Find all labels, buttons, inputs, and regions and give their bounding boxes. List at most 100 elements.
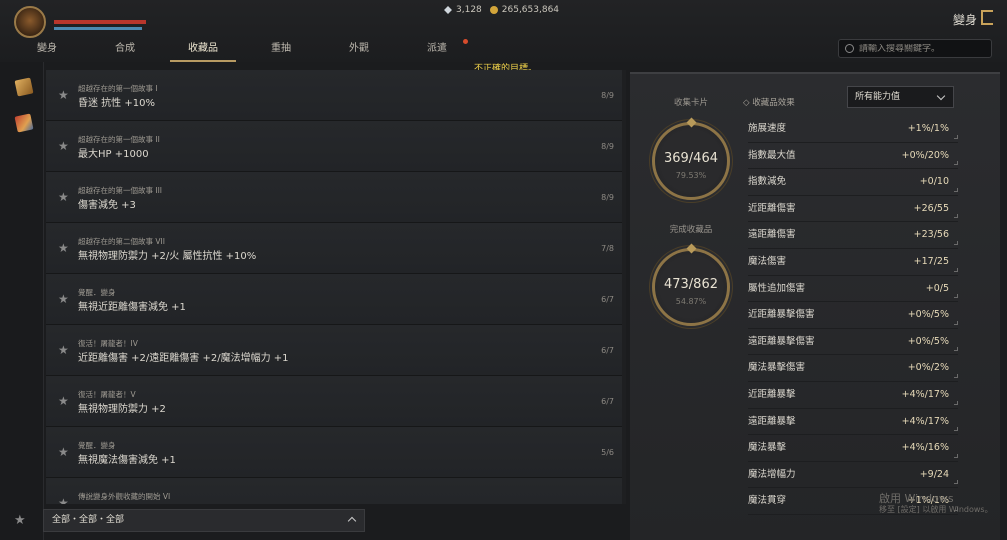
chevron-up-icon <box>347 516 357 526</box>
list-item[interactable]: ★ 覺醒．變身 無視近距離傷害減免 +1 6/7 <box>46 274 622 325</box>
star-icon[interactable]: ★ <box>58 139 69 153</box>
list-item[interactable]: ★ 復活！屠龍者！IV 近距離傷害 +2/遠距離傷害 +2/魔法增幅力 +1 6… <box>46 325 622 376</box>
cards-percent: 79.53% <box>675 171 707 180</box>
list-item[interactable]: ★ 超越存在的第二個故事 VII 無視物理防禦力 +2/火 屬性抗性 +10% … <box>46 223 622 274</box>
tab-reroll[interactable]: 重抽 <box>242 38 320 62</box>
ring-gem-icon <box>686 117 697 128</box>
filter-label: 全部・全部・全部 <box>52 515 125 525</box>
gold-book-icon[interactable] <box>14 77 34 97</box>
collection-count: 8/9 <box>601 193 614 202</box>
stat-row: 遠距離傷害 +23/56 <box>748 222 958 249</box>
corner-icon <box>954 161 958 166</box>
star-icon[interactable]: ★ <box>58 394 69 408</box>
stat-row: 近距離暴擊傷害 +0%/5% <box>748 302 958 329</box>
stat-value: +0%/2% <box>907 362 949 374</box>
diamond-count: 3,128 <box>456 5 482 15</box>
corner-icon <box>954 347 958 352</box>
cards-label: 收集卡片 <box>673 98 708 108</box>
collection-count: 6/7 <box>601 397 614 406</box>
collection-effect: 最大HP +1000 <box>78 149 149 160</box>
filter-dropdown[interactable]: 全部・全部・全部 <box>43 509 365 532</box>
star-icon[interactable]: ★ <box>58 445 69 459</box>
cards-ring: 369/464 79.53% <box>652 117 730 200</box>
stat-value: +17/25 <box>913 255 949 267</box>
diamond-icon <box>444 6 452 14</box>
stat-value: +0%/20% <box>901 149 949 161</box>
search-input[interactable] <box>859 43 984 54</box>
stat-value: +23/56 <box>913 229 949 241</box>
stat-value: +4%/17% <box>901 388 949 400</box>
list-item[interactable]: ★ 覺醒．變身 無視魔法傷害減免 +1 5/6 <box>46 427 622 478</box>
corner-icon <box>954 267 958 272</box>
corner-icon <box>954 320 958 325</box>
star-icon[interactable]: ★ <box>58 241 69 255</box>
search-icon <box>845 44 854 53</box>
corner-icon <box>954 427 958 432</box>
gold-coin-icon <box>489 6 498 14</box>
stat-name: 施展速度 <box>748 123 787 134</box>
collection-effect: 無視魔法傷害減免 +1 <box>78 455 176 466</box>
corner-icon <box>954 480 958 485</box>
star-icon[interactable]: ★ <box>58 292 69 306</box>
tab-collection[interactable]: 收藏品 <box>164 38 242 62</box>
star-icon[interactable]: ★ <box>58 88 69 102</box>
stat-value: +4%/17% <box>901 415 949 427</box>
stat-value: +26/55 <box>913 202 949 214</box>
favorites-star-icon[interactable]: ★ <box>14 513 26 528</box>
stat-name: 指數減免 <box>748 176 787 188</box>
collection-count: 8/9 <box>601 142 614 151</box>
star-icon[interactable]: ★ <box>58 343 69 357</box>
character-portrait[interactable] <box>14 6 46 38</box>
stat-row: 施展速度 +1%/1% <box>748 116 958 143</box>
stat-name: 魔法暴擊傷害 <box>748 362 806 374</box>
hp-bar <box>54 20 146 24</box>
star-icon[interactable]: ★ <box>58 496 69 504</box>
stat-name: 魔法增幅力 <box>748 468 796 480</box>
stat-row: 魔法傷害 +17/25 <box>748 249 958 276</box>
collection-effect: 傷害減免 +3 <box>78 200 136 211</box>
stat-filter-value: 所有能力值 <box>855 92 901 102</box>
collection-category: 超越存在的第一個故事 I <box>78 84 158 93</box>
tab-appearance[interactable]: 外觀 <box>320 38 398 62</box>
collection-category: 超越存在的第二個故事 VII <box>78 237 165 246</box>
mp-bar <box>54 27 142 30</box>
stat-value: +1%/1% <box>907 123 949 134</box>
list-item[interactable]: ★ 超越存在的第一個故事 III 傷害減免 +3 8/9 <box>46 172 622 223</box>
color-book-icon[interactable] <box>14 113 34 133</box>
list-item[interactable]: ★ 復活！屠龍者！V 無視物理防禦力 +2 6/7 <box>46 376 622 427</box>
stat-row: 遠距離暴擊傷害 +0%/5% <box>748 329 958 356</box>
list-item[interactable]: ★ 超越存在的第一個故事 I 昏迷 抗性 +10% 8/9 <box>46 70 622 121</box>
done-ring: 473/862 54.87% <box>652 243 730 326</box>
corner-icon <box>954 294 958 299</box>
stat-row: 魔法增幅力 +9/24 <box>748 462 958 489</box>
stat-list: 施展速度 +1%/1% 指數最大值 +0%/20% 指數減免 +0/10 近距離傷害 +… <box>748 116 958 515</box>
stat-filter-select[interactable]: 所有能力值 <box>847 86 954 108</box>
star-icon[interactable]: ★ <box>58 190 69 204</box>
tab-synthesis[interactable]: 合成 <box>86 38 164 62</box>
tab-transform[interactable]: 變身 <box>8 38 86 62</box>
collection-count: 5/6 <box>601 448 614 457</box>
stats-header: ◇ 收藏品效果 <box>743 98 795 108</box>
list-scrollbar[interactable] <box>622 70 626 504</box>
exit-icon[interactable] <box>981 10 993 25</box>
stat-name: 魔法暴擊 <box>748 442 787 454</box>
corner-icon <box>954 214 958 219</box>
top-bar: 3,128 265,653,864 變身 變身 合成 收藏品 重抽 外觀 派遣 <box>0 0 1007 62</box>
list-item[interactable]: ★ 超越存在的第一個故事 II 最大HP +1000 8/9 <box>46 121 622 172</box>
stat-value: +0/10 <box>919 176 949 188</box>
stat-row: 近距離傷害 +26/55 <box>748 196 958 223</box>
collection-effect: 昏迷 抗性 +10% <box>78 98 155 109</box>
notification-dot <box>463 39 468 44</box>
collection-effect: 近距離傷害 +2/遠距離傷害 +2/魔法增幅力 +1 <box>78 353 289 364</box>
stat-value: +0/5 <box>925 282 949 294</box>
summary-panel: 收集卡片 369/464 79.53% 完成收藏品 473/862 54.87%… <box>630 72 1000 540</box>
corner-icon <box>954 373 958 378</box>
currency-display: 3,128 265,653,864 <box>444 5 559 15</box>
stat-name: 遠距離暴擊傷害 <box>748 335 815 347</box>
stat-name: 魔法傷害 <box>748 255 787 267</box>
stats-header-label: 收藏品效果 <box>752 98 795 108</box>
list-item[interactable]: ★ 傳說變身外觀收藏的開始 VI <box>46 478 622 504</box>
stat-row: 指數減免 +0/10 <box>748 169 958 196</box>
stat-name: 指數最大值 <box>748 149 796 161</box>
cards-value: 369/464 <box>663 151 718 166</box>
